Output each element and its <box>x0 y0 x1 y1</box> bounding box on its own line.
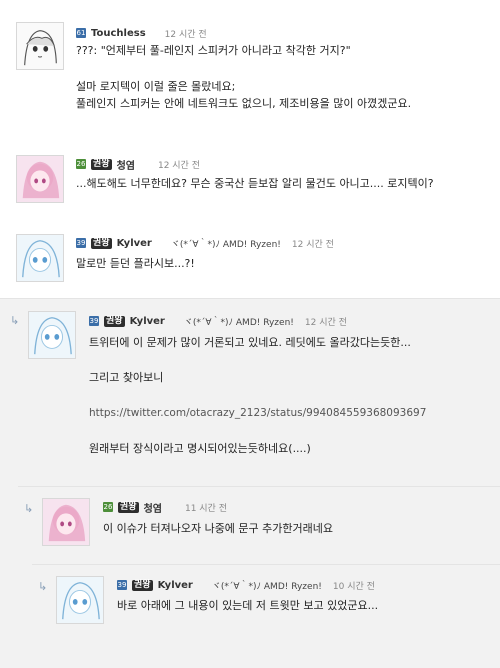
user-flair: ヾ(*´∀｀*)ﾉ AMD! Ryzen! <box>183 317 294 328</box>
level-icon: 26 <box>103 502 113 512</box>
reply-arrow-icon: ↳ <box>10 314 20 327</box>
comment-line: 트위터에 이 문제가 많이 거론되고 있네요. 레딧에도 올라갔다는듯한... <box>89 336 411 349</box>
nickname[interactable]: Touchless <box>91 28 146 39</box>
timestamp: 11 시간 전 <box>184 503 227 514</box>
rank-badge: 권왕 <box>91 237 112 249</box>
nickname[interactable]: Kylver <box>117 238 152 249</box>
avatar-girl-sketch-icon <box>17 23 63 69</box>
rank-badge: 권왕 <box>91 158 112 170</box>
comment-line: 설마 로지텍이 이럴 줄은 몰랐네요; <box>76 80 236 93</box>
comment-line: 말로만 듣던 플라시보...?! <box>76 257 195 270</box>
comment-line: ???: "언제부터 풀-레인지 스피커가 아니라고 착각한 거지?" <box>76 44 351 57</box>
avatar-blue-sketch-icon <box>17 235 63 281</box>
comment-line: 이 이슈가 터져나오자 나중에 문구 추가한거래네요 <box>103 522 334 535</box>
avatar[interactable] <box>16 155 64 203</box>
timestamp: 12 시간 전 <box>304 317 347 328</box>
nickname[interactable]: 청염 <box>117 157 135 172</box>
avatar-blue-sketch-icon <box>29 312 75 358</box>
tweet-link[interactable]: https://twitter.com/otacrazy_2123/status… <box>89 405 426 421</box>
nickname[interactable]: Kylver <box>130 316 165 327</box>
timestamp: 12 시간 전 <box>157 160 200 171</box>
avatar[interactable] <box>16 22 64 70</box>
avatar[interactable] <box>56 576 104 624</box>
level-icon: 61 <box>76 28 86 38</box>
timestamp: 12 시간 전 <box>291 239 334 250</box>
avatar[interactable] <box>16 234 64 282</box>
comment-line: 원래부터 장식이라고 명시되어있는듯하네요(....) <box>89 442 311 455</box>
level-icon: 26 <box>76 159 86 169</box>
rank-badge: 권왕 <box>132 579 153 591</box>
user-flair: ヾ(*´∀｀*)ﾉ AMD! Ryzen! <box>170 239 281 250</box>
user-flair: ヾ(*´∀｀*)ﾉ AMD! Ryzen! <box>211 581 322 592</box>
level-icon: 39 <box>89 316 99 326</box>
rank-badge: 권왕 <box>104 315 125 327</box>
nickname[interactable]: 청염 <box>144 500 162 515</box>
avatar[interactable] <box>28 311 76 359</box>
timestamp: 10 시간 전 <box>332 581 375 592</box>
timestamp: 12 시간 전 <box>164 29 207 40</box>
avatar-blue-sketch-icon <box>57 577 103 623</box>
comment-line: 바로 아래에 그 내용이 있는데 저 트윗만 보고 있었군요... <box>117 599 379 612</box>
rank-badge: 권왕 <box>118 501 139 513</box>
reply-arrow-icon: ↳ <box>24 502 34 515</box>
avatar-pink-anime-icon <box>43 499 89 545</box>
nickname[interactable]: Kylver <box>158 580 193 591</box>
level-icon: 39 <box>76 238 86 248</box>
comment-line: 그리고 찾아보니 <box>89 371 164 384</box>
comment-line: 풀레인지 스피커는 안에 네트워크도 없으니, 제조비용을 많이 아꼈겠군요. <box>76 97 412 110</box>
comment-line: ...해도해도 너무한데요? 무슨 중국산 듣보잡 알리 물건도 아니고....… <box>76 177 434 190</box>
level-icon: 39 <box>117 580 127 590</box>
avatar-pink-anime-icon <box>17 156 63 202</box>
avatar[interactable] <box>42 498 90 546</box>
reply-arrow-icon: ↳ <box>38 580 48 593</box>
